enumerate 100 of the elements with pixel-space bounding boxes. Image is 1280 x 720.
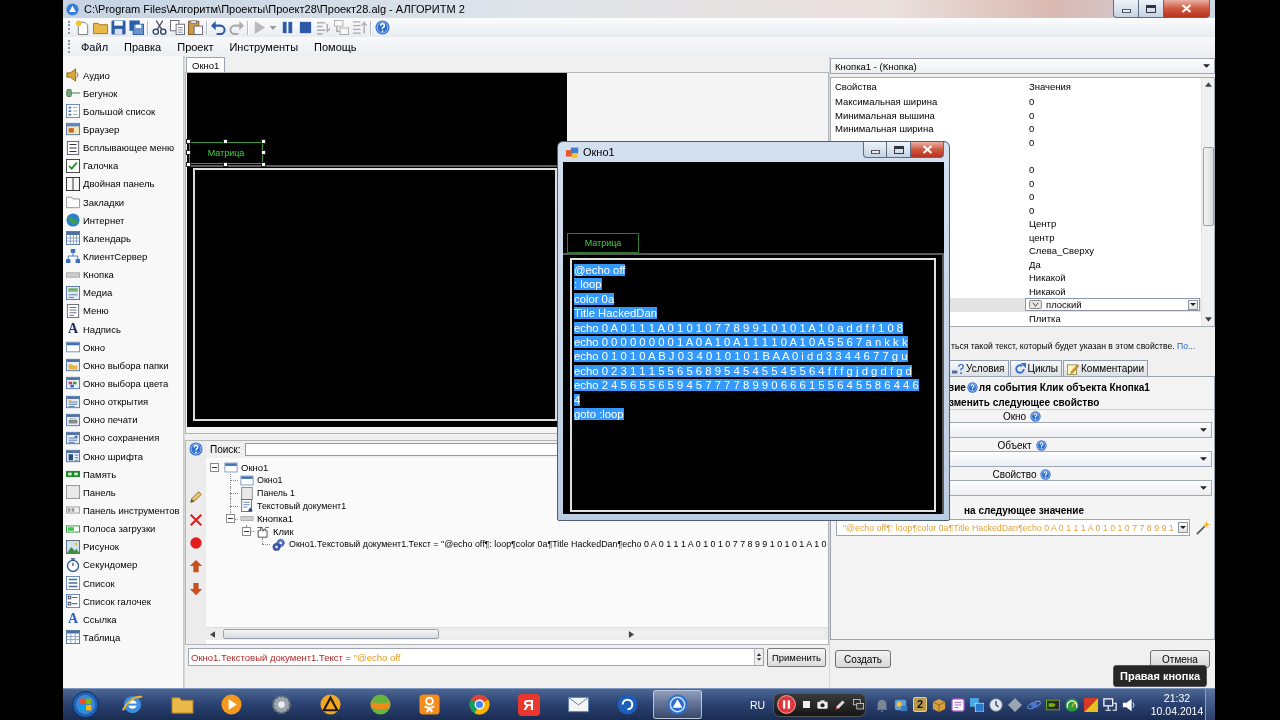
toolbar-button[interactable] [209, 18, 227, 37]
action-tab[interactable]: Условия [948, 360, 1009, 376]
document-tab[interactable]: Окно1 [186, 57, 226, 72]
taskbar-button[interactable] [652, 690, 702, 719]
note-icon[interactable] [951, 697, 966, 712]
camera-icon[interactable] [817, 699, 829, 710]
resize-handle[interactable] [223, 139, 228, 144]
vertical-scrollbar[interactable] [1201, 78, 1214, 326]
pencil-icon[interactable] [835, 699, 847, 710]
menu-item[interactable]: Правка [116, 38, 170, 55]
collapse-toggle-icon[interactable] [210, 462, 219, 472]
taskbar-button[interactable]: Я [504, 690, 554, 719]
scroll-left-icon[interactable] [210, 630, 215, 638]
pencil-icon[interactable] [189, 490, 203, 504]
help-icon[interactable] [1040, 468, 1052, 480]
toolbox-item[interactable]: Панель [63, 483, 183, 502]
toolbox-item[interactable]: КлиентСервер [63, 247, 183, 266]
toolbox-item[interactable]: Браузер [63, 120, 183, 139]
collapse-toggle-icon[interactable] [226, 514, 235, 524]
toolbox-item[interactable]: Окно сохранения [63, 428, 183, 447]
sun-tile-icon[interactable] [894, 697, 909, 712]
toolbox-item[interactable]: Всплывающее меню [63, 138, 183, 157]
show-desktop-button[interactable] [1205, 689, 1215, 720]
resize-handle[interactable] [261, 139, 266, 144]
package-icon[interactable] [932, 697, 947, 712]
toolbox-item[interactable]: A Ссылка [63, 610, 183, 629]
help-icon[interactable] [189, 442, 203, 456]
gauge-icon[interactable] [1065, 697, 1080, 712]
text-panel[interactable] [193, 168, 557, 421]
toolbox-item[interactable]: Полоса загрузки [63, 519, 183, 538]
help-icon[interactable] [1030, 410, 1042, 422]
expression-field[interactable]: Окно1.Текстовый документ1.Текст = "@echo off [188, 648, 764, 666]
property-value-dropdown[interactable]: плоский [1025, 298, 1200, 312]
spin-button[interactable] [754, 649, 763, 665]
minimize-button[interactable] [863, 142, 887, 158]
create-button[interactable]: Создать [835, 650, 891, 668]
matrix-button[interactable]: Матрица [567, 233, 639, 253]
toolbox-item[interactable]: Бегунок [63, 84, 183, 103]
tree-item[interactable]: Окно1 [257, 475, 283, 486]
toolbox-item[interactable]: Рисунок [63, 537, 183, 556]
close-button[interactable] [1164, 0, 1210, 18]
menu-item[interactable]: Помощь [306, 38, 365, 55]
close-button[interactable] [911, 142, 944, 158]
speaker-icon[interactable] [1122, 697, 1137, 712]
toolbox-item[interactable]: Кнопка [63, 265, 183, 284]
apply-button[interactable]: Применить [767, 648, 826, 667]
diamond-icon[interactable] [1008, 697, 1023, 712]
toolbox-item[interactable]: Секундомер [63, 555, 183, 574]
matrix-button[interactable]: Матрица [189, 142, 263, 164]
clock-time[interactable]: 21:32 [1163, 691, 1191, 705]
tree-item[interactable]: Клик [273, 525, 294, 537]
toolbar-button[interactable] [127, 18, 145, 37]
more-link[interactable]: По... [1176, 341, 1196, 351]
tree-item[interactable]: Текстовый документ1 [257, 500, 347, 511]
toolbar-button[interactable] [168, 18, 186, 37]
scroll-down-icon[interactable] [1204, 317, 1212, 322]
up-arrow-icon[interactable] [189, 559, 203, 573]
stop-icon[interactable] [803, 701, 811, 708]
minimize-button[interactable] [1113, 0, 1139, 18]
scrollbar-thumb[interactable] [1202, 147, 1214, 226]
toolbox-item[interactable]: Медиа [63, 283, 183, 302]
record-dot-icon[interactable] [189, 536, 203, 550]
toolbox-item[interactable]: Окно [63, 338, 183, 357]
toolbar-button[interactable] [373, 18, 391, 37]
cross-icon[interactable] [189, 513, 203, 527]
toolbox-item[interactable]: Большой список [63, 102, 183, 121]
horizontal-scrollbar[interactable] [206, 627, 828, 640]
scrollbar-thumb[interactable] [223, 629, 439, 639]
help-icon[interactable] [1035, 439, 1047, 451]
bell-icon[interactable] [875, 697, 890, 712]
cancel-button[interactable]: Отмена [1150, 650, 1210, 668]
satellite-icon[interactable] [1027, 697, 1042, 712]
toolbox-item[interactable]: Двойная панель [63, 174, 183, 193]
grip-handle[interactable] [68, 21, 71, 34]
notification-count[interactable]: 2 [913, 697, 928, 712]
toolbox-item[interactable]: Окно открытия [63, 392, 183, 411]
toolbox-item[interactable]: Память [63, 465, 183, 484]
toolbox-item[interactable]: Панель инструментов [63, 501, 183, 520]
toolbox-item[interactable]: Закладки [63, 193, 183, 212]
resize-handle[interactable] [186, 139, 191, 144]
toolbox-item[interactable]: Таблица [63, 628, 183, 647]
toolbar-button[interactable] [186, 18, 204, 37]
pause-record-icon[interactable] [777, 695, 797, 714]
dropdown-button[interactable] [1188, 299, 1198, 310]
property-name[interactable]: Максимальная ширина [831, 96, 1025, 108]
scroll-up-icon[interactable] [1204, 82, 1212, 87]
menu-item[interactable]: Проект [169, 38, 222, 55]
action-tab[interactable]: Циклы [1009, 360, 1062, 376]
collapse-toggle-icon[interactable] [242, 526, 251, 536]
toolbar-button[interactable] [109, 18, 127, 37]
toolbox-item[interactable]: Интернет [63, 211, 183, 230]
network-monitor-icon[interactable] [1103, 697, 1118, 712]
clock-date[interactable]: 10.04.2014 [1150, 704, 1204, 718]
windows-stack-icon[interactable] [853, 699, 865, 710]
split-tile-icon[interactable] [1084, 697, 1099, 712]
resize-handle[interactable] [223, 162, 228, 167]
toolbox-item[interactable]: Окно выбора папки [63, 356, 183, 375]
property-name[interactable]: Минимальная вышина [831, 109, 1025, 121]
toolbox-item[interactable]: Календарь [63, 229, 183, 248]
resize-handle[interactable] [261, 162, 266, 167]
